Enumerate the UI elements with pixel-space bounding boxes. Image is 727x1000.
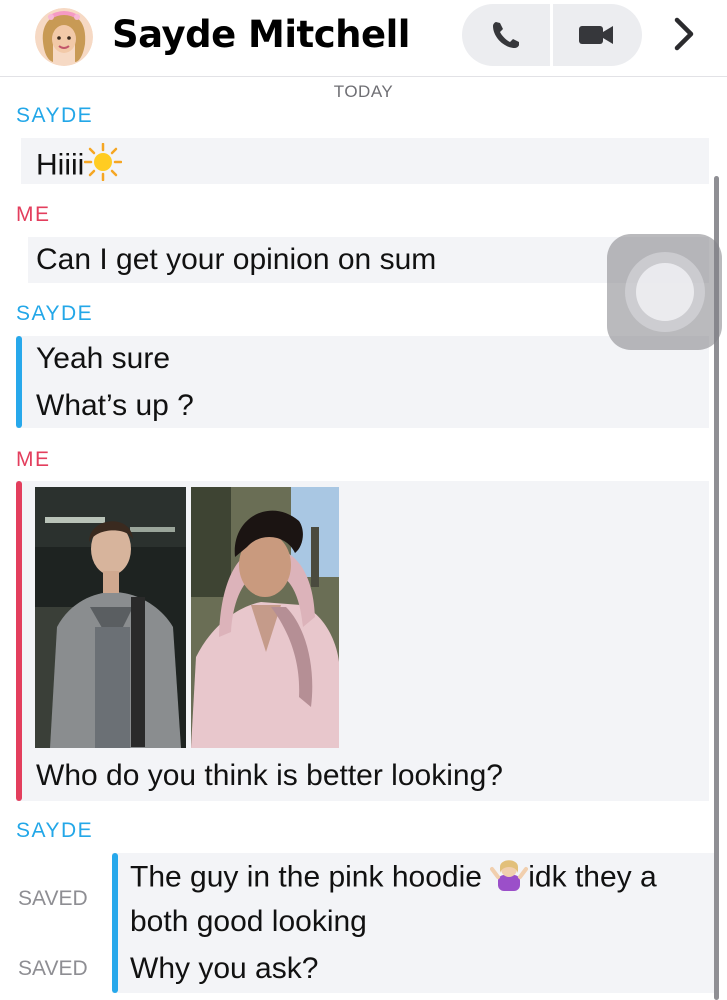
- call-controls: [462, 4, 642, 66]
- sender-bar: [16, 336, 22, 428]
- sender-bar: [112, 853, 118, 993]
- message-text: Can I get your opinion on sum: [36, 243, 437, 276]
- message-text: both good looking: [130, 905, 367, 938]
- date-divider: TODAY: [333, 82, 394, 101]
- message-bubble[interactable]: [21, 138, 709, 184]
- sun-emoji-icon: [84, 142, 123, 190]
- bitmoji-avatar[interactable]: [35, 8, 93, 66]
- sender-label: ME: [16, 448, 51, 471]
- sender-label: SAYDE: [16, 104, 94, 127]
- message-text: What’s up ?: [36, 389, 194, 422]
- message-text: Yeah sure: [36, 342, 171, 375]
- assistive-touch-button[interactable]: [607, 234, 722, 350]
- sender-bar: [16, 481, 22, 801]
- assistive-touch-dot: [636, 263, 694, 321]
- message-text: Hiiii: [36, 142, 123, 190]
- message-text: Who do you think is better looking?: [36, 759, 503, 792]
- contact-name[interactable]: Sayde Mitchell: [112, 12, 410, 58]
- video-call-button[interactable]: [553, 4, 641, 66]
- sender-label: ME: [16, 203, 51, 226]
- voice-call-button[interactable]: [462, 4, 550, 66]
- shrug-emoji-icon: [490, 857, 529, 900]
- message-text: Why you ask?: [130, 952, 319, 985]
- chat-header: Sayde Mitchell: [0, 0, 727, 77]
- sender-label: SAYDE: [16, 302, 94, 325]
- photo-attachment[interactable]: [191, 487, 339, 748]
- message-text: The guy in the pink hoodie idk they a: [130, 857, 657, 900]
- saved-label: SAVED: [18, 887, 88, 910]
- phone-icon: [493, 22, 519, 48]
- saved-label: SAVED: [18, 957, 88, 980]
- video-camera-icon: [579, 26, 613, 44]
- chevron-right-icon[interactable]: [668, 14, 700, 54]
- photo-attachment[interactable]: [35, 487, 186, 748]
- sender-label: SAYDE: [16, 819, 94, 842]
